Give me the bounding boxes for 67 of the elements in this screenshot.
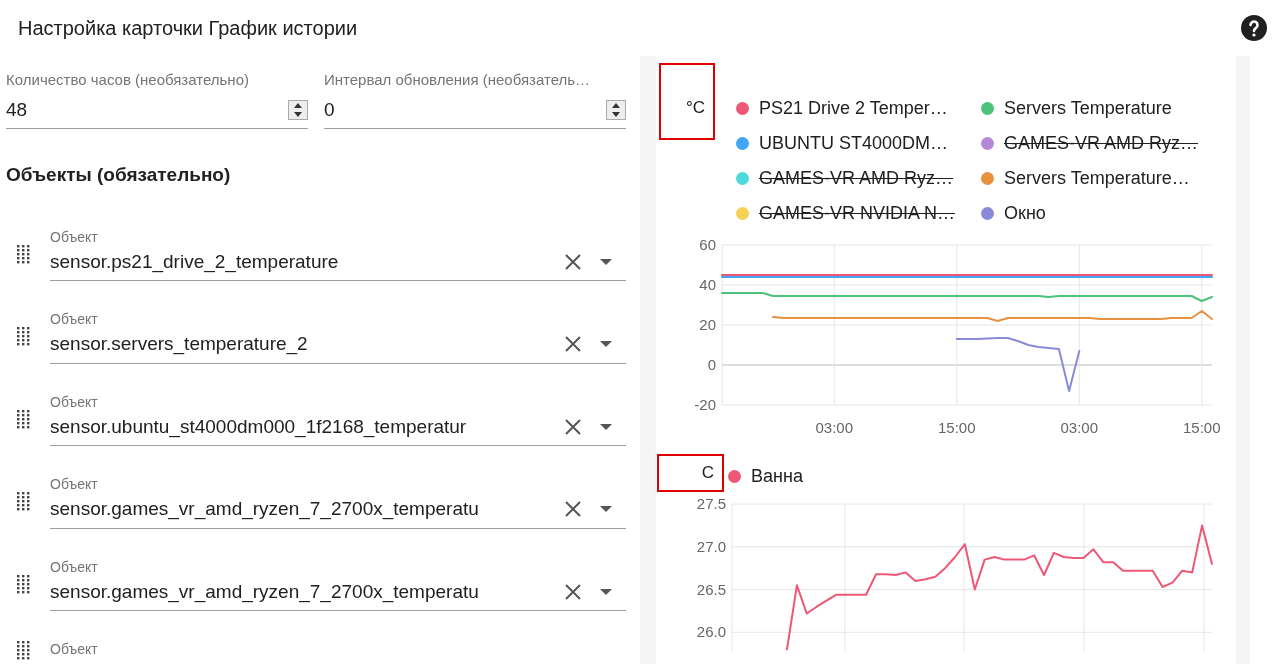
field-label: Объект: [50, 557, 99, 577]
dropdown-caret-icon[interactable]: [600, 258, 612, 265]
y-tick-label: 20: [699, 316, 716, 333]
y-tick-label: 27.0: [696, 537, 726, 555]
legend-label[interactable]: Servers Temperature…: [1004, 165, 1190, 192]
number-field[interactable]: Количество часов (необязательно) 48: [6, 69, 308, 129]
dialog-title: Настройка карточки График истории: [18, 16, 358, 41]
spinner-buttons[interactable]: [288, 99, 308, 120]
field-label: Объект: [50, 392, 99, 412]
x-tick-label: 15:00: [938, 419, 976, 436]
clear-icon[interactable]: [564, 335, 582, 354]
field-value: sensor.games_vr_amd_ryzen_7_2700x_temperatu: [50, 579, 480, 605]
field-value: 48: [6, 97, 28, 122]
drag-handle-icon[interactable]: [16, 639, 30, 660]
entity-field[interactable]: Объект sensor.games_vr_amd_ryzen_7_2700x_temperatu: [50, 474, 626, 529]
drag-handle-icon[interactable]: [16, 491, 30, 512]
dropdown-caret-icon[interactable]: [600, 341, 612, 348]
number-field[interactable]: Интервал обновления (необязатель… 0: [324, 69, 626, 129]
y-tick-label: 60: [699, 236, 716, 253]
field-label: Количество часов (необязательно): [6, 70, 250, 90]
entity-field[interactable]: Объект sensor.ubuntu_st4000dm000_1f2168_temperatur: [50, 391, 626, 446]
entity-field[interactable]: Объект sensor.ps21_drive_2_temperature: [50, 226, 626, 281]
drag-handle-icon[interactable]: [16, 408, 30, 429]
spinner-buttons[interactable]: [606, 99, 626, 120]
x-tick-label: 03:00: [815, 419, 854, 436]
y-tick-label: 27.5: [696, 495, 726, 512]
field-value: 0: [324, 97, 335, 122]
legend-label[interactable]: Ванна: [751, 463, 803, 490]
drag-handle-icon[interactable]: [16, 573, 30, 594]
legend-label[interactable]: GAMES-VR AMD Ryz…: [1004, 130, 1199, 157]
legend-label[interactable]: GAMES-VR AMD Ryz…: [759, 165, 954, 192]
dropdown-caret-icon[interactable]: [600, 506, 612, 513]
field-label: Объект: [50, 475, 99, 494]
field-value: sensor.ubuntu_st4000dm000_1f2168_temperatur: [50, 414, 468, 440]
field-value: sensor.ps21_drive_2_temperature: [50, 249, 340, 275]
drag-handle-icon[interactable]: [16, 243, 30, 264]
field-label: Интервал обновления (необязатель…: [324, 70, 592, 90]
clear-icon[interactable]: [564, 500, 582, 519]
legend-label[interactable]: Servers Temperature: [1004, 95, 1172, 122]
entity-field[interactable]: Объект sensor.games_vr_amd_ryzen_7_2700x_temperatu: [50, 556, 626, 611]
legend-label[interactable]: GAMES-VR NVIDIA N…: [759, 200, 956, 227]
x-tick-label: 15:00: [1183, 419, 1221, 436]
legend-label[interactable]: PS21 Drive 2 Temper…: [759, 95, 948, 122]
dropdown-caret-icon[interactable]: [600, 588, 612, 595]
field-value: sensor.servers_temperature_2: [50, 332, 309, 357]
section-heading: Объекты (обязательно): [6, 163, 232, 187]
field-value: sensor.games_vr_amd_ryzen_7_2700x_temperatu: [50, 497, 480, 522]
clear-icon[interactable]: [564, 417, 582, 436]
help-icon[interactable]: [1240, 14, 1268, 42]
y-tick-label: -20: [694, 396, 716, 413]
field-label: Объект: [50, 227, 99, 247]
y-tick-label: 40: [699, 276, 716, 293]
entity-field[interactable]: Объект sensor.servers_temperature_2: [50, 309, 626, 364]
field-label: Объект: [50, 640, 98, 659]
unit-label: °C: [659, 63, 715, 140]
field-label: Объект: [50, 310, 99, 329]
legend-label[interactable]: Окно: [1004, 200, 1046, 227]
legend-label[interactable]: UBUNTU ST4000DM…: [759, 130, 949, 157]
y-tick-label: 26.0: [696, 623, 726, 641]
drag-handle-icon[interactable]: [16, 326, 30, 347]
clear-icon[interactable]: [564, 582, 582, 601]
dropdown-caret-icon[interactable]: [600, 423, 612, 430]
y-tick-label: 26.5: [696, 580, 726, 598]
clear-icon[interactable]: [564, 252, 582, 271]
y-tick-label: 0: [707, 356, 716, 373]
x-tick-label: 03:00: [1060, 419, 1099, 436]
unit-label: C: [657, 454, 724, 492]
